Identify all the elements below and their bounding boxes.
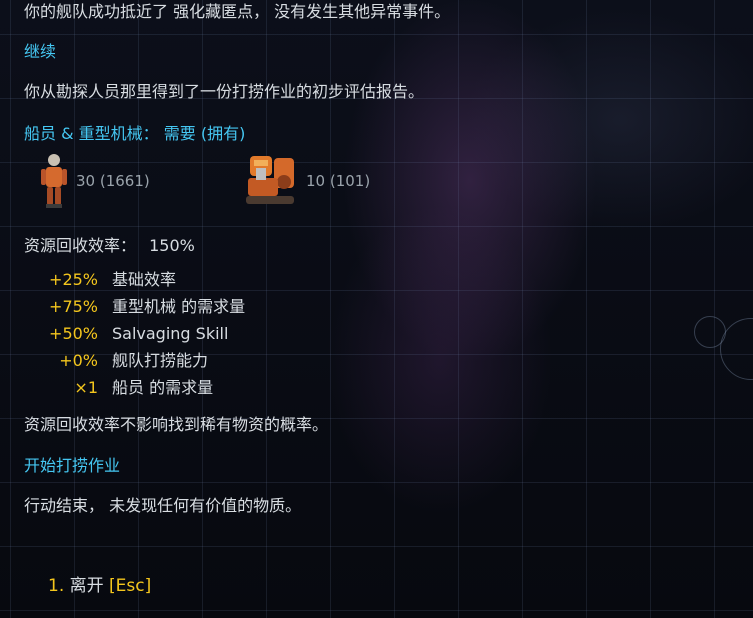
leave-option[interactable]: 1. 离开 [Esc] xyxy=(48,575,151,597)
option-label: 离开 xyxy=(69,576,104,596)
modifier-label: Salvaging Skill xyxy=(112,324,229,343)
machinery-requirement: 10 (101) xyxy=(244,152,370,212)
efficiency-label: 资源回收效率： xyxy=(24,236,137,255)
continue-option[interactable]: 继续 xyxy=(24,42,56,62)
modifier-value: +75% xyxy=(49,297,98,316)
modifier-value: +50% xyxy=(49,324,98,343)
modifier-row: +50% Salvaging Skill xyxy=(24,324,228,344)
modifier-value: ×1 xyxy=(74,378,98,397)
crew-requirement: 30 (1661) xyxy=(38,152,150,214)
option-hotkey: [Esc] xyxy=(109,576,152,596)
assessment-text: 你从勘探人员那里得到了一份打捞作业的初步评估报告。 xyxy=(24,82,425,101)
crew-member-icon xyxy=(41,154,67,208)
modifier-label: 舰队打捞能力 xyxy=(112,351,209,370)
heavy-machinery-icon xyxy=(246,156,294,204)
option-number: 1. xyxy=(48,576,65,596)
machinery-count: 10 (101) xyxy=(306,172,371,190)
rarity-note: 资源回收效率不影响找到稀有物资的概率。 xyxy=(24,415,329,434)
modifier-label: 船员 的需求量 xyxy=(112,378,214,397)
modifier-label: 基础效率 xyxy=(112,270,177,289)
modifier-value: +0% xyxy=(59,351,98,370)
modifier-row: +25% 基础效率 xyxy=(24,270,176,290)
modifier-row: ×1 船员 的需求量 xyxy=(24,378,213,398)
requirements-header: 船员 & 重型机械： 需要 (拥有) xyxy=(24,124,246,143)
efficiency-value: 150% xyxy=(149,236,195,255)
start-salvage-option[interactable]: 开始打捞作业 xyxy=(24,456,120,476)
modifier-row: +0% 舰队打捞能力 xyxy=(24,351,208,371)
efficiency-line: 资源回收效率： 150% xyxy=(24,236,195,256)
result-text: 行动结束， 未发现任何有价值的物质。 xyxy=(24,496,302,515)
event-dialog: 你的舰队成功抵近了 强化藏匿点， 没有发生其他异常事件。 继续 你从勘探人员那里… xyxy=(24,0,743,618)
arrival-text: 你的舰队成功抵近了 强化藏匿点， 没有发生其他异常事件。 xyxy=(24,2,451,21)
crew-count: 30 (1661) xyxy=(76,172,150,190)
modifier-value: +25% xyxy=(49,270,98,289)
modifier-row: +75% 重型机械 的需求量 xyxy=(24,297,245,317)
modifier-label: 重型机械 的需求量 xyxy=(112,297,246,316)
